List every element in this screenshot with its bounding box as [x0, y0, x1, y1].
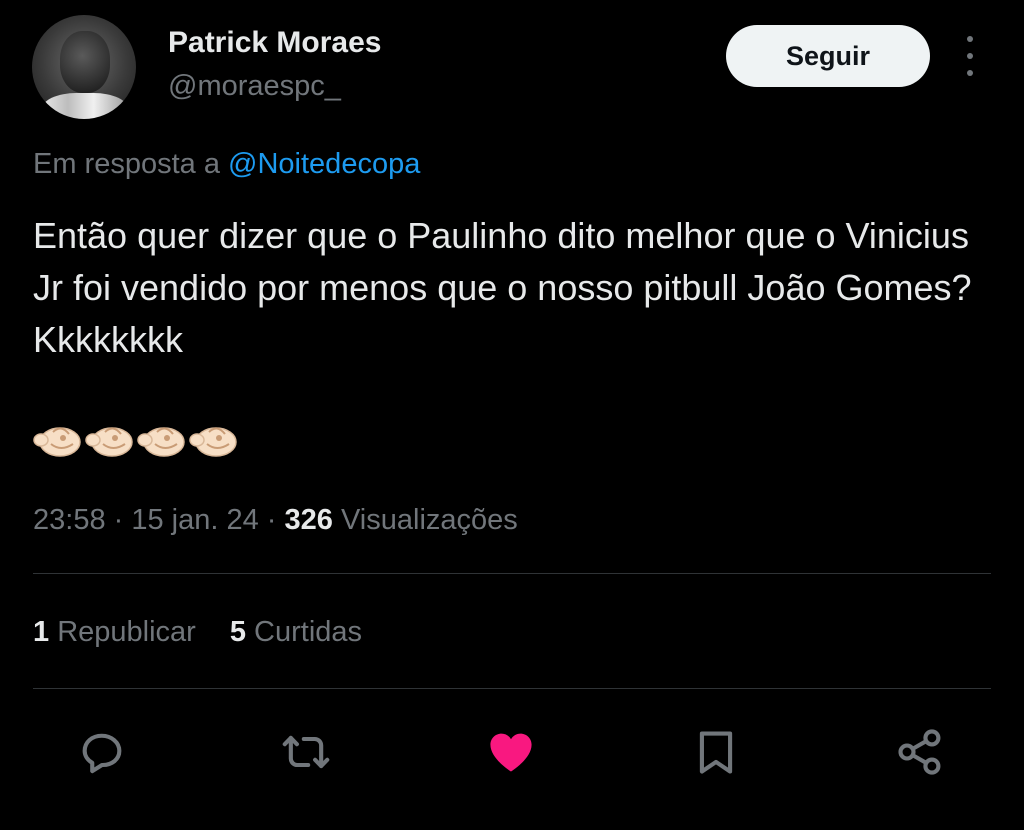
share-icon: [898, 729, 941, 775]
views-count: 326: [284, 504, 333, 536]
reposts-label: Republicar: [57, 616, 196, 648]
reply-button[interactable]: [72, 722, 132, 782]
reposts-count: 1: [33, 616, 50, 648]
reply-prefix: Em resposta a: [33, 148, 220, 180]
reply-icon: [82, 733, 122, 774]
bookmark-icon: [699, 731, 733, 774]
author-handle[interactable]: @moraespc_: [168, 70, 341, 103]
meta-separator: ·: [258, 504, 285, 536]
share-button[interactable]: [890, 722, 950, 782]
bookmark-button[interactable]: [686, 722, 746, 782]
avatar-shirt: [42, 93, 128, 119]
follow-button[interactable]: Seguir: [726, 25, 930, 87]
tweet-meta: 23:58 · 15 jan. 24 · 326 Visualizações: [33, 504, 518, 537]
repost-button[interactable]: [276, 722, 336, 782]
reposts-stat[interactable]: 1 Republicar: [33, 616, 196, 648]
meta-separator: ·: [105, 504, 132, 536]
like-button[interactable]: [481, 722, 541, 782]
tweet-time[interactable]: 23:58: [33, 504, 106, 536]
pinching-hand-icon: [137, 427, 185, 457]
views-label: Visualizações: [340, 504, 518, 536]
likes-count: 5: [229, 616, 246, 648]
pinching-hand-icon: [85, 427, 133, 457]
pinching-hand-icon: [189, 427, 237, 457]
divider: [33, 688, 991, 689]
emoji-row: [33, 418, 239, 462]
likes-label: Curtidas: [254, 616, 363, 648]
like-icon: [490, 733, 532, 772]
likes-stat[interactable]: 5 Curtidas: [230, 616, 362, 648]
tweet-text: Então quer dizer que o Paulinho dito mel…: [33, 215, 972, 360]
avatar[interactable]: [32, 15, 136, 119]
tweet-stats: 1 Republicar 5 Curtidas: [33, 616, 362, 649]
pinching-hand-icon: [33, 427, 81, 457]
tweet-date[interactable]: 15 jan. 24: [131, 504, 258, 536]
avatar-face: [60, 31, 110, 93]
divider: [33, 573, 991, 574]
reply-mention-link[interactable]: @Noitedecopa: [228, 148, 420, 180]
more-options-icon[interactable]: [957, 36, 983, 76]
reply-context: Em resposta a @Noitedecopa: [33, 148, 420, 181]
repost-icon: [282, 735, 330, 769]
author-name[interactable]: Patrick Moraes: [168, 26, 381, 60]
